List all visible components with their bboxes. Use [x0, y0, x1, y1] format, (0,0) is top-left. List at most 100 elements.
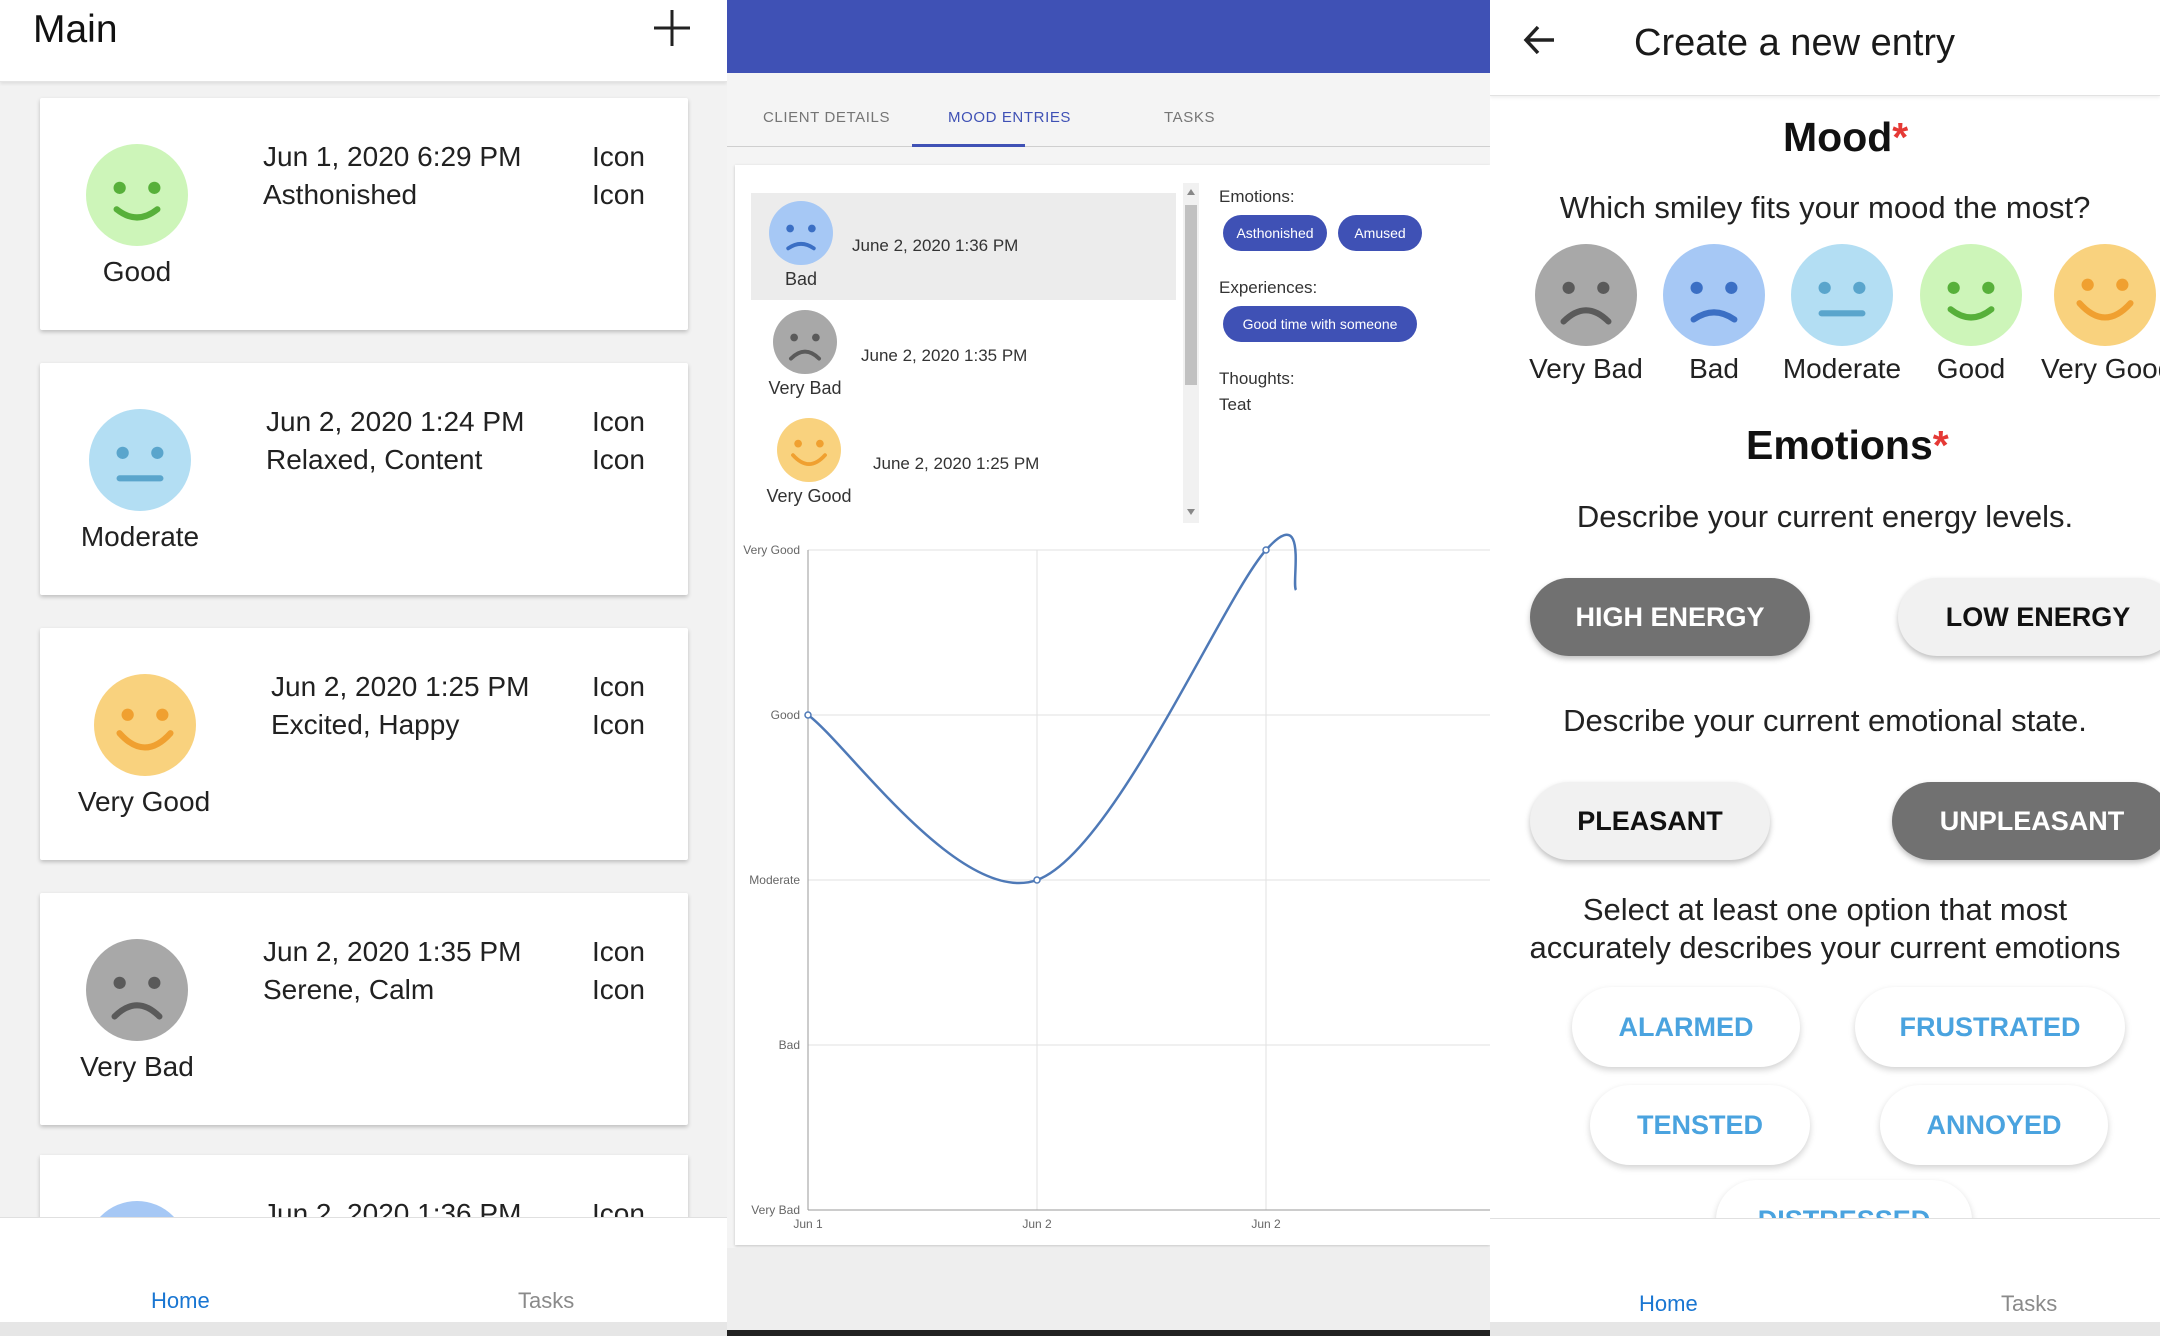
- mood-label: Very Bad: [80, 1051, 194, 1082]
- bottom-area: [727, 1248, 1490, 1336]
- good-face-icon: [86, 144, 188, 246]
- delete-icon[interactable]: Icon: [592, 444, 645, 476]
- select-prompt-line: Select at least one option that most: [1582, 892, 2068, 927]
- page-title: Main: [33, 8, 118, 51]
- mood-title-text: Mood: [1783, 114, 1893, 160]
- x-tick-label: Jun 1: [793, 1217, 823, 1231]
- very-bad-face-icon: [86, 939, 188, 1041]
- entry-emotions: Relaxed, Content: [266, 444, 483, 475]
- edit-icon[interactable]: Icon: [592, 406, 645, 438]
- nav-home[interactable]: Home: [151, 1288, 210, 1314]
- very-good-face-icon: [777, 418, 841, 482]
- select-prompt: Select at least one option that most acc…: [1490, 891, 2160, 967]
- very-bad-face-icon: [773, 310, 837, 374]
- main-screen: Main Good Jun 1, 2020 6:29 PM Asthonishe…: [0, 0, 727, 1336]
- mood-entry-card[interactable]: Very Bad Jun 2, 2020 1:35 PM Serene, Cal…: [40, 893, 688, 1125]
- plus-icon[interactable]: [650, 6, 694, 50]
- very-bad-face-icon[interactable]: [1535, 244, 1637, 346]
- edit-icon[interactable]: Icon: [592, 141, 645, 173]
- pleasant-button[interactable]: PLEASANT: [1530, 782, 1770, 860]
- y-tick-label: Very Good: [743, 543, 800, 557]
- emotions-title-text: Emotions: [1746, 422, 1933, 468]
- delete-icon[interactable]: Icon: [592, 709, 645, 741]
- nav-tasks[interactable]: Tasks: [2001, 1291, 2057, 1317]
- required-mark: *: [1932, 422, 1949, 468]
- tab-bar: CLIENT DETAILS MOOD ENTRIES TASKS: [727, 95, 1490, 147]
- entry-date: Jun 2, 2020 1:25 PM: [271, 671, 530, 702]
- select-prompt-line: accurately describes your current emotio…: [1529, 930, 2121, 965]
- edit-icon[interactable]: Icon: [592, 671, 645, 703]
- active-tab-indicator: [912, 144, 1025, 147]
- mood-option-label: Bad: [1689, 353, 1739, 384]
- delete-icon[interactable]: Icon: [592, 179, 645, 211]
- bad-face-icon[interactable]: [1663, 244, 1765, 346]
- emotion-option-annoyed[interactable]: ANNOYED: [1880, 1085, 2108, 1165]
- edit-icon[interactable]: Icon: [592, 936, 645, 968]
- list-item[interactable]: Very Good June 2, 2020 1:25 PM: [751, 410, 1176, 517]
- mood-label: Moderate: [80, 521, 200, 552]
- mood-entry-card[interactable]: Good Jun 1, 2020 6:29 PM Asthonished Ico…: [40, 98, 688, 330]
- bad-face-icon: [769, 201, 833, 265]
- y-tick-label: Bad: [779, 1038, 800, 1052]
- mood-label: Very Good: [77, 786, 211, 817]
- mood-line-chart: Very Bad Bad Moderate Good Very Good Jun 1 Jun…: [743, 533, 1490, 1231]
- thoughts-label: Thoughts:: [1219, 369, 1295, 388]
- experiences-label: Experiences:: [1219, 278, 1318, 297]
- list-item[interactable]: Very Bad June 2, 2020 1:35 PM: [751, 302, 1176, 409]
- emotions-section-title: Emotions*: [1746, 422, 1949, 469]
- tab-client-details[interactable]: CLIENT DETAILS: [763, 109, 890, 126]
- app-bar: [727, 0, 1490, 73]
- mood-entry-card[interactable]: Moderate Jun 2, 2020 1:24 PM Relaxed, Co…: [40, 363, 688, 595]
- list-scrollbar[interactable]: [1183, 183, 1199, 523]
- create-entry-screen: Create a new entry Mood* Which smiley fi…: [1490, 0, 2160, 1336]
- app-bar: Main: [0, 0, 727, 82]
- bottom-navigation: Home Tasks: [1490, 1218, 2160, 1336]
- entry-date: Jun 2, 2020 1:24 PM: [266, 406, 525, 437]
- emotion-option-frustrated[interactable]: FRUSTRATED: [1855, 987, 2125, 1067]
- energy-prompt: Describe your current energy levels.: [1576, 499, 2074, 534]
- good-face-icon[interactable]: [1920, 244, 2022, 346]
- very-good-face-icon[interactable]: [2054, 244, 2156, 346]
- mood-prompt: Which smiley fits your mood the most?: [1559, 190, 2091, 225]
- entry-date: Jun 2, 2020 1:35 PM: [263, 936, 522, 967]
- entry-date: June 2, 2020 1:35 PM: [861, 346, 1028, 365]
- mood-label: Very Bad: [768, 378, 842, 398]
- entry-date: June 2, 2020 1:36 PM: [852, 236, 1019, 255]
- unpleasant-button[interactable]: UNPLEASANT: [1892, 782, 2160, 860]
- tab-mood-entries[interactable]: MOOD ENTRIES: [948, 109, 1071, 126]
- emotion-chip: Amused: [1338, 215, 1422, 251]
- mood-option-label: Very Bad: [1529, 353, 1643, 384]
- series-line: [807, 533, 1298, 885]
- emotion-option-alarmed[interactable]: ALARMED: [1572, 987, 1800, 1067]
- mood-entry-card[interactable]: Very Good Jun 2, 2020 1:25 PM Excited, H…: [40, 628, 688, 860]
- scroll-down-icon[interactable]: [1187, 509, 1195, 515]
- bottom-edge: [727, 1330, 1490, 1336]
- x-tick-label: Jun 2: [1251, 1217, 1281, 1231]
- nav-home[interactable]: Home: [1639, 1291, 1698, 1317]
- entry-date: Jun 1, 2020 6:29 PM: [263, 141, 522, 172]
- entry-emotions: Excited, Happy: [271, 709, 460, 740]
- list-item[interactable]: Bad June 2, 2020 1:36 PM: [751, 193, 1176, 300]
- state-prompt: Describe your current emotional state.: [1563, 703, 2087, 738]
- gesture-bar: [0, 1322, 727, 1336]
- scroll-thumb[interactable]: [1185, 205, 1197, 385]
- mood-option-label: Very Good: [2041, 353, 2160, 384]
- mood-section-title: Mood*: [1783, 114, 1908, 161]
- nav-tasks[interactable]: Tasks: [518, 1288, 574, 1314]
- y-tick-label: Good: [771, 708, 800, 722]
- scroll-up-icon[interactable]: [1187, 189, 1195, 195]
- moderate-face-icon: [89, 409, 191, 511]
- arrow-left-icon[interactable]: [1520, 20, 1560, 60]
- emotion-option-tensted[interactable]: TENSTED: [1590, 1085, 1810, 1165]
- emotion-chip: Asthonished: [1223, 215, 1327, 251]
- delete-icon[interactable]: Icon: [592, 974, 645, 1006]
- low-energy-button[interactable]: LOW ENERGY: [1898, 578, 2160, 656]
- experience-chip: Good time with someone: [1223, 306, 1417, 342]
- page-title: Create a new entry: [1634, 22, 1956, 64]
- entry-emotions: Asthonished: [263, 179, 418, 210]
- moderate-face-icon[interactable]: [1791, 244, 1893, 346]
- tab-tasks[interactable]: TASKS: [1164, 109, 1215, 126]
- high-energy-button[interactable]: HIGH ENERGY: [1530, 578, 1810, 656]
- x-tick-label: Jun 2: [1022, 1217, 1052, 1231]
- mood-option-label: Moderate: [1782, 353, 1902, 384]
